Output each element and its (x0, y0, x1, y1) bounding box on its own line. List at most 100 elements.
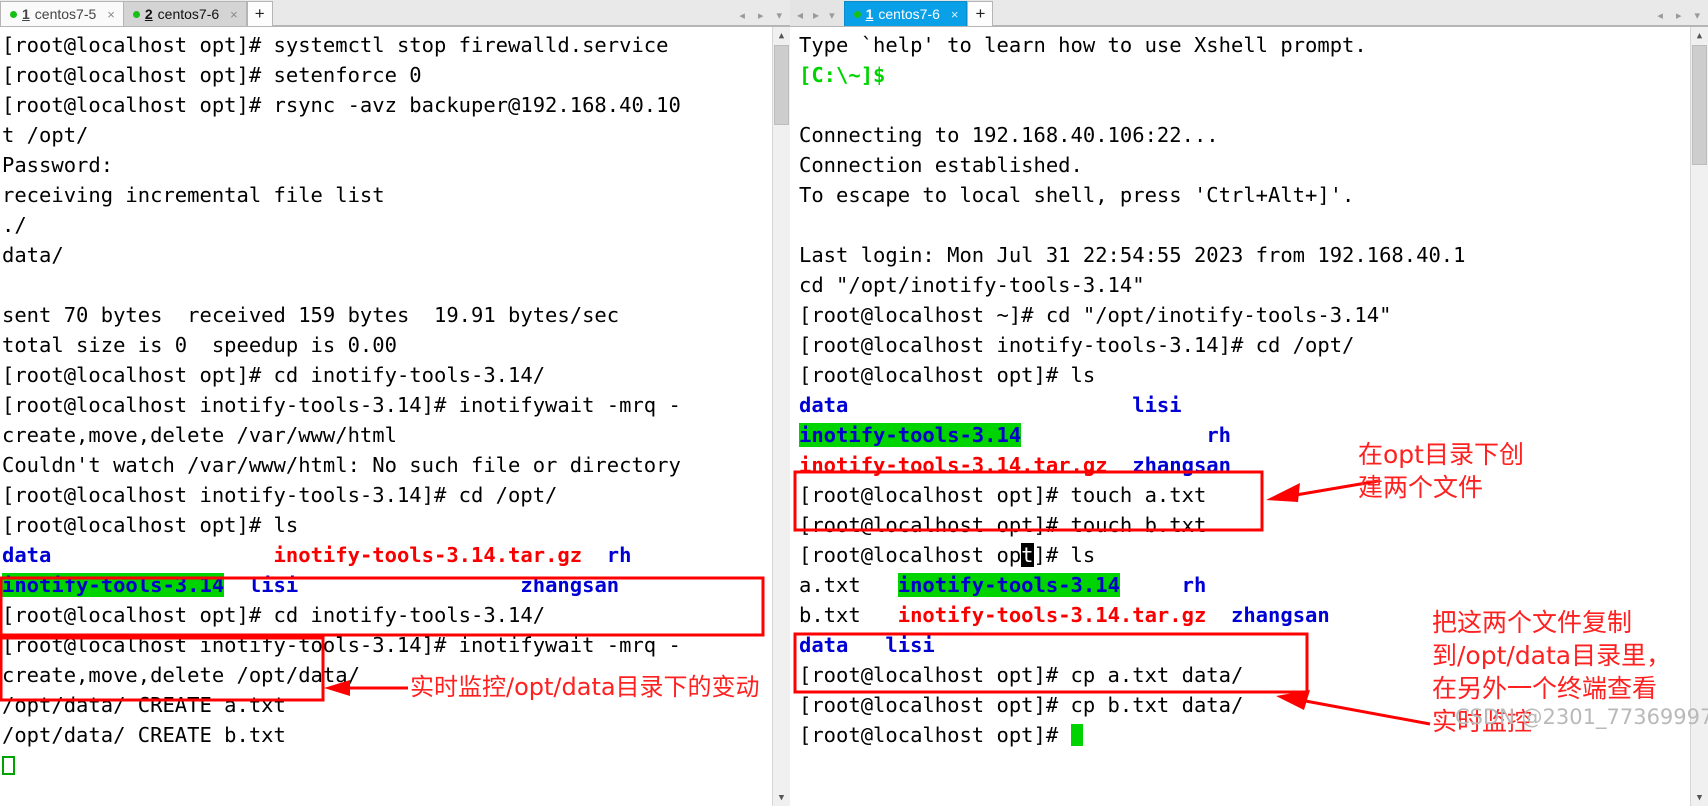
term-line: [root@localhost opt]# setenforce 0 (2, 63, 422, 87)
tab-dropdown-icon[interactable]: ▾ (776, 9, 782, 22)
ls-entry-inotify-dir: inotify-tools-3.14 (2, 573, 225, 597)
scroll-up-icon[interactable]: ▲ (773, 27, 790, 44)
left-terminal-text: [root@localhost opt]# systemctl stop fir… (2, 30, 681, 780)
term-line: create,move,delete /var/www/html (2, 423, 397, 447)
ls-entry-data: data (2, 543, 52, 567)
close-icon[interactable]: × (951, 8, 959, 21)
term-line: Couldn't watch /var/www/html: No such fi… (2, 453, 681, 477)
ls-entry: b.txt (799, 603, 861, 627)
scroll-down-icon[interactable]: ▼ (1691, 789, 1708, 806)
scrollbar-thumb[interactable] (774, 45, 789, 125)
tabbar-filler (993, 0, 1708, 26)
term-line: [root@localhost opt]# touch a.txt (799, 483, 1207, 507)
term-line: sent 70 bytes received 159 bytes 19.91 b… (2, 303, 620, 327)
close-icon[interactable]: × (230, 8, 238, 21)
close-icon[interactable]: × (107, 8, 115, 21)
tab-prev-icon[interactable]: ◂ (797, 8, 803, 22)
terminal-cursor (2, 756, 15, 775)
ls-entry: zhangsan (1231, 603, 1330, 627)
term-line: [root@localhost opt]# cp a.txt data/ (799, 663, 1244, 687)
ls-entry: rh (1181, 573, 1207, 597)
scrollbar-thumb[interactable] (1692, 45, 1707, 165)
session-status-dot-icon (10, 10, 17, 18)
ls-entry-zhangsan: zhangsan (520, 573, 620, 597)
term-line: [root@localhost opt]# touch b.txt (799, 513, 1207, 537)
terminal-cursor (1070, 724, 1083, 746)
xshell-window: 1 centos7-5 × 2 centos7-6 × + ◂ ▸ ▾ [roo… (0, 0, 1708, 806)
right-tab-nav-right: ◂ ▸ ▾ (1657, 9, 1700, 22)
term-line: receiving incremental file list (2, 183, 385, 207)
scroll-up-icon[interactable]: ▲ (1691, 27, 1708, 44)
left-terminal-output[interactable]: [root@localhost opt]# systemctl stop fir… (0, 27, 790, 806)
session-status-dot-icon (132, 10, 140, 18)
term-line: [root@localhost inotify-tools-3.14]# cd … (2, 483, 558, 507)
terminal-cursor-cell: t (1021, 543, 1034, 567)
ls-entry-tarball: inotify-tools-3.14.tar.gz (273, 543, 583, 567)
session-status-dot-icon (853, 10, 861, 18)
tab-dropdown-icon[interactable]: ▾ (829, 9, 835, 22)
tab-centos7-6-active[interactable]: 1 centos7-6 × (843, 1, 968, 26)
term-line: ./ (2, 213, 27, 237)
left-tabbar: 1 centos7-5 × 2 centos7-6 × + ◂ ▸ ▾ (0, 0, 790, 27)
term-line: Password: (2, 153, 114, 177)
xshell-local-prompt: [C:\~]$ (799, 63, 886, 87)
tab-centos7-5[interactable]: 1 centos7-5 × (0, 1, 124, 26)
term-line: [root@localhost opt]# (799, 723, 1071, 747)
term-line: [root@localhost inotify-tools-3.14]# cd … (799, 333, 1355, 357)
ls-entry: lisi (1132, 393, 1182, 417)
term-line: [root@localhost inotify-tools-3.14]# ino… (2, 393, 681, 417)
term-line: [root@localhost opt]# cd inotify-tools-3… (2, 603, 546, 627)
tab-index: 1 (865, 6, 874, 22)
left-session-pane: 1 centos7-5 × 2 centos7-6 × + ◂ ▸ ▾ [roo… (0, 0, 790, 806)
right-terminal-text: Type `help' to learn how to use Xshell p… (799, 33, 1466, 747)
left-scrollbar[interactable]: ▲ ▼ (772, 27, 790, 806)
term-line: [root@localhost opt]# systemctl stop fir… (2, 33, 669, 57)
tab-index: 1 (22, 6, 30, 22)
ls-entry-tarball: inotify-tools-3.14.tar.gz (897, 603, 1207, 627)
term-line: /opt/data/ CREATE a.txt (2, 693, 286, 717)
tab-next-icon[interactable]: ▸ (813, 8, 819, 22)
tab-next-icon-right[interactable]: ▸ (1676, 9, 1682, 22)
tab-centos7-6[interactable]: 2 centos7-6 × (122, 1, 247, 26)
term-line: create,move,delete /opt/data/ (2, 663, 360, 687)
right-terminal-output[interactable]: Type `help' to learn how to use Xshell p… (790, 27, 1708, 806)
right-tabbar: ◂ ▸ ▾ 1 centos7-6 × + ◂ ▸ ▾ (790, 0, 1708, 27)
term-line: [root@localhost inotify-tools-3.14]# ino… (2, 633, 681, 657)
ls-entry: data (799, 393, 849, 417)
term-line: [root@localhost opt]# ls (799, 363, 1096, 387)
term-line: To escape to local shell, press 'Ctrl+Al… (799, 183, 1355, 207)
tab-next-icon[interactable]: ▸ (758, 9, 764, 22)
term-line: [root@localhost ~]# cd "/opt/inotify-too… (799, 303, 1392, 327)
tab-label: centos7-6 (157, 6, 220, 22)
term-line: [root@localhost opt]# rsync -avz backupe… (2, 93, 681, 117)
tab-prev-icon[interactable]: ◂ (739, 9, 745, 22)
term-line: Connection established. (799, 153, 1083, 177)
ls-entry: zhangsan (1132, 453, 1231, 477)
ls-entry: data (799, 633, 849, 657)
right-session-pane: ◂ ▸ ▾ 1 centos7-6 × + ◂ ▸ ▾ Type `help' … (790, 0, 1708, 806)
tab-dropdown-icon-right[interactable]: ▾ (1694, 9, 1700, 22)
tab-label: centos7-5 (34, 6, 97, 22)
right-tab-nav: ◂ ▸ ▾ (790, 8, 844, 26)
term-line: Connecting to 192.168.40.106:22... (799, 123, 1219, 147)
term-line: total size is 0 speedup is 0.00 (2, 333, 397, 357)
scroll-down-icon[interactable]: ▼ (773, 789, 790, 806)
ls-entry: a.txt (799, 573, 861, 597)
new-tab-button[interactable]: + (967, 1, 994, 26)
term-line: t /opt/ (2, 123, 89, 147)
tab-label: centos7-6 (878, 6, 940, 22)
term-line: Last login: Mon Jul 31 22:54:55 2023 fro… (799, 243, 1466, 267)
ls-entry-tarball: inotify-tools-3.14.tar.gz (799, 453, 1108, 477)
ls-entry: lisi (885, 633, 935, 657)
tab-prev-icon-right[interactable]: ◂ (1657, 9, 1663, 22)
left-tab-nav: ◂ ▸ ▾ (739, 9, 782, 22)
term-line: cd "/opt/inotify-tools-3.14" (799, 273, 1145, 297)
ls-entry-rh: rh (606, 543, 632, 567)
term-line: [root@localhost opt]# ls (2, 513, 299, 537)
ls-entry-inotify-dir: inotify-tools-3.14 (897, 573, 1120, 597)
right-scrollbar[interactable]: ▲ ▼ (1690, 27, 1708, 806)
new-tab-button[interactable]: + (246, 1, 273, 26)
term-line: data/ (2, 243, 64, 267)
ls-entry-lisi: lisi (248, 573, 299, 597)
term-line: /opt/data/ CREATE b.txt (2, 723, 286, 747)
